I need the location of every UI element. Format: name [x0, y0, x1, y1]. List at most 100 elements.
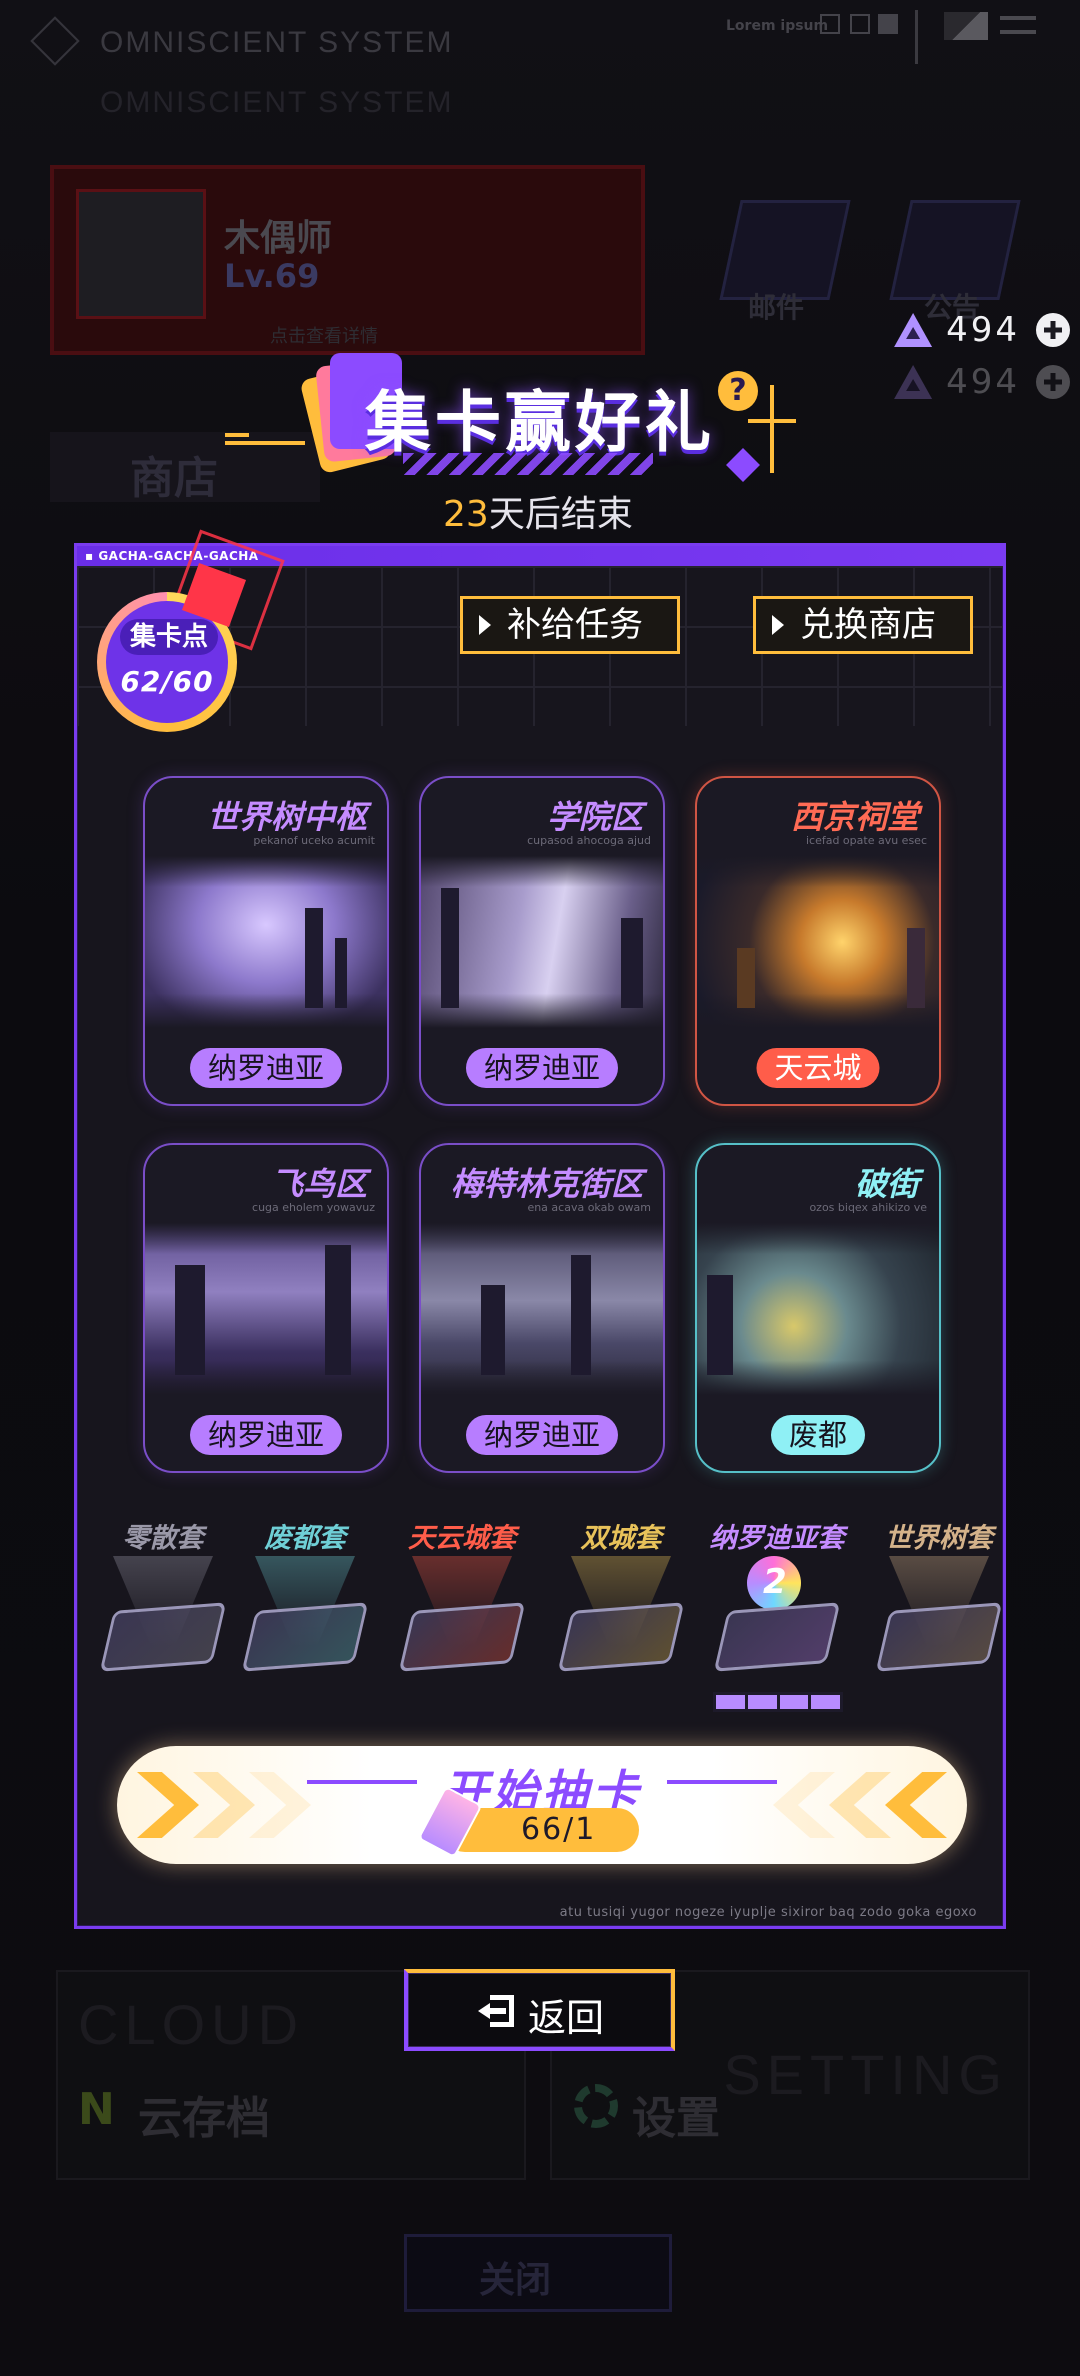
- district-title: 梅特林克街区: [450, 1165, 643, 1203]
- panel-footer-text: atu tusiqi yugor nogeze iyuplje sixiror …: [559, 1905, 977, 1920]
- cloud-n-icon: N: [78, 2084, 115, 2135]
- supply-task-label: 补给任务: [507, 605, 643, 645]
- set-platform-icon: [241, 1602, 369, 1672]
- district-subtitle: icefad opate avu esec: [805, 834, 927, 847]
- avatar: [76, 189, 206, 319]
- district-tag: 纳罗迪亚: [465, 1415, 619, 1455]
- play-icon: [479, 615, 491, 635]
- diamond-deco: [726, 448, 760, 482]
- set-platform-icon: [875, 1602, 1003, 1672]
- district-title: 世界树中枢: [206, 798, 367, 836]
- display-mode-icon: [944, 12, 988, 40]
- set-title: 双城套: [580, 1523, 662, 1554]
- set-title: 废都套: [264, 1523, 346, 1554]
- currency-value: 494: [946, 310, 1020, 350]
- back-label: 返回: [528, 1996, 605, 2040]
- district-tag: 废都: [770, 1415, 866, 1455]
- gem-icon: [894, 313, 932, 347]
- set-item[interactable]: 世界树套: [859, 1516, 1019, 1696]
- sparkle-icon: [748, 385, 796, 473]
- district-card[interactable]: 飞鸟区 cuga eholem yowavuz 纳罗迪亚: [143, 1143, 389, 1473]
- district-subtitle: ena acava okab owam: [527, 1201, 651, 1214]
- points-value: 62/60: [120, 665, 214, 698]
- draw-cost: 66/1: [417, 1785, 639, 1859]
- system-title: OMNISCIENT SYSTEM: [100, 26, 454, 59]
- mail-icon: [719, 200, 851, 300]
- district-title: 飞鸟区: [270, 1165, 367, 1203]
- zigzag-deco: [403, 453, 653, 475]
- district-tag: 纳罗迪亚: [189, 1048, 343, 1088]
- exit-icon: [478, 1995, 514, 2027]
- days-number: 23: [443, 494, 489, 535]
- setting-title: SETTING: [723, 2043, 1008, 2106]
- menu-icon: [1000, 16, 1036, 34]
- district-image: [145, 1223, 387, 1395]
- district-card[interactable]: 学院区 cupasod ahocoga ajud 纳罗迪亚: [419, 776, 665, 1106]
- district-tag: 纳罗迪亚: [189, 1415, 343, 1455]
- district-card[interactable]: 西京祠堂 icefad opate avu esec 天云城: [695, 776, 941, 1106]
- set-title: 零散套: [122, 1523, 204, 1554]
- player-level: Lv.69: [224, 257, 320, 295]
- days-suffix: 天后结束: [488, 494, 633, 535]
- district-card[interactable]: 破街 ozos biqex ahikizo ve 废都: [695, 1143, 941, 1473]
- district-image: [697, 1223, 939, 1395]
- event-header: 集卡赢好礼 ? 23天后结束: [225, 345, 805, 535]
- district-card[interactable]: 梅特林克街区 ena acava okab owam 纳罗迪亚: [419, 1143, 665, 1473]
- setting-label: 设置: [632, 2093, 720, 2144]
- set-item[interactable]: 零散套: [83, 1516, 243, 1696]
- currency-counter-shadow: 494: [894, 358, 1070, 406]
- points-label: 集卡点: [120, 619, 219, 655]
- system-title-shadow: OMNISCIENT SYSTEM: [100, 86, 454, 119]
- district-image: [697, 856, 939, 1028]
- add-currency-button-shadow: [1036, 365, 1070, 399]
- play-icon: [772, 615, 784, 635]
- window-close-icon: [850, 14, 870, 34]
- close-label: 关闭: [479, 2260, 552, 2301]
- notice-icon: [889, 200, 1021, 300]
- district-subtitle: pekanof uceko acumit: [253, 834, 375, 847]
- set-item[interactable]: 双城套: [541, 1516, 701, 1696]
- window-box-icon: [820, 14, 840, 34]
- currency-value-shadow: 494: [946, 362, 1020, 402]
- deco-line: [225, 433, 305, 445]
- cloud-label: 云存档: [138, 2093, 270, 2144]
- back-button[interactable]: 返回: [404, 1969, 675, 2051]
- district-tag: 天云城: [756, 1048, 880, 1088]
- window-fill-icon: [878, 14, 898, 34]
- set-item[interactable]: 天云城套: [382, 1516, 542, 1696]
- district-title: 学院区: [546, 798, 643, 836]
- close-button-bg: 关闭: [404, 2234, 672, 2312]
- district-title: 西京祠堂: [790, 798, 919, 836]
- header-divider: [915, 10, 918, 64]
- mail-label: 邮件: [748, 291, 805, 324]
- help-icon[interactable]: ?: [718, 371, 758, 411]
- add-currency-button[interactable]: [1036, 313, 1070, 347]
- district-subtitle: cupasod ahocoga ajud: [527, 834, 651, 847]
- district-card[interactable]: 世界树中枢 pekanof uceko acumit 纳罗迪亚: [143, 776, 389, 1106]
- set-title: 世界树套: [885, 1523, 993, 1554]
- set-title: 纳罗迪亚套: [709, 1523, 845, 1554]
- district-subtitle: ozos biqex ahikizo ve: [809, 1201, 927, 1214]
- set-title: 天云城套: [408, 1523, 516, 1554]
- cloud-title: CLOUD: [78, 1993, 305, 2056]
- event-countdown: 23天后结束: [443, 485, 633, 537]
- lorem-label: Lorem ipsum: [726, 18, 829, 34]
- set-platform-icon: [557, 1602, 685, 1672]
- set-item[interactable]: 废都套: [225, 1516, 385, 1696]
- currency-counter: 494: [894, 306, 1070, 354]
- supply-task-button[interactable]: 补给任务: [460, 596, 680, 654]
- district-title: 破街: [854, 1165, 919, 1203]
- set-item-selected[interactable]: 纳罗迪亚套 2: [697, 1516, 857, 1696]
- district-tag: 纳罗迪亚: [465, 1048, 619, 1088]
- player-name: 木偶师: [224, 218, 333, 259]
- set-progress-bar: [713, 1692, 843, 1712]
- exchange-shop-button[interactable]: 兑换商店: [753, 596, 973, 654]
- event-title: 集卡赢好礼: [365, 384, 715, 461]
- gear-icon: [574, 2084, 618, 2128]
- district-subtitle: cuga eholem yowavuz: [252, 1201, 375, 1214]
- set-platform-icon: [713, 1602, 841, 1672]
- start-draw-button[interactable]: 开始抽卡 66/1: [117, 1746, 967, 1864]
- gacha-panel: ▪ GACHA-GACHA-GACHA 集卡点 62/60 补给任务 兑换商店 …: [74, 529, 1006, 1929]
- district-image: [145, 856, 387, 1028]
- system-logo-icon: [30, 16, 80, 66]
